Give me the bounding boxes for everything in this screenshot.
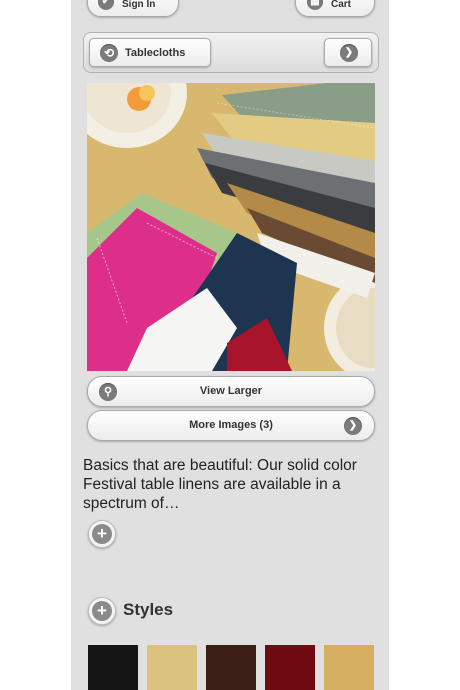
style-swatch-sand[interactable] — [147, 645, 197, 690]
chevron-right-icon: ❯ — [344, 417, 362, 435]
breadcrumb-next-button[interactable]: ❯ — [324, 38, 372, 67]
view-larger-label: View Larger — [199, 385, 263, 397]
styles-heading: Styles — [123, 600, 174, 619]
cart-label: Cart — [331, 0, 352, 10]
product-description: Basics that are beautiful: Our solid col… — [83, 457, 357, 512]
napkins-illustration — [87, 83, 375, 371]
breadcrumb-label: Tablecloths — [125, 47, 186, 59]
back-arrow-icon: ⟲ — [100, 44, 118, 62]
magnifier-icon: ⚲ — [99, 383, 117, 401]
grid-icon: ▦ — [307, 0, 323, 10]
breadcrumb-back-button[interactable]: ⟲ Tablecloths — [89, 38, 211, 67]
sign-in-button[interactable]: ✔ Sign In — [87, 0, 179, 17]
style-swatch-burgundy[interactable] — [265, 645, 315, 690]
checkmark-icon: ✔ — [98, 0, 114, 10]
more-images-button[interactable]: More Images (3) ❯ — [87, 410, 375, 441]
style-swatch-gold[interactable] — [324, 645, 374, 690]
chevron-right-icon: ❯ — [340, 44, 358, 62]
styles-expand-button[interactable]: + — [88, 597, 116, 625]
sign-in-label: Sign In — [122, 0, 156, 10]
plus-icon: + — [92, 601, 112, 621]
description-expand-button[interactable]: + — [88, 520, 116, 548]
product-image[interactable] — [87, 83, 375, 371]
style-swatch-chocolate[interactable] — [206, 645, 256, 690]
plus-icon: + — [92, 524, 112, 544]
view-larger-button[interactable]: ⚲ View Larger — [87, 376, 375, 407]
cart-button[interactable]: ▦ Cart — [295, 0, 375, 17]
more-images-label: More Images (3) — [189, 419, 273, 431]
style-swatch-black[interactable] — [88, 645, 138, 690]
